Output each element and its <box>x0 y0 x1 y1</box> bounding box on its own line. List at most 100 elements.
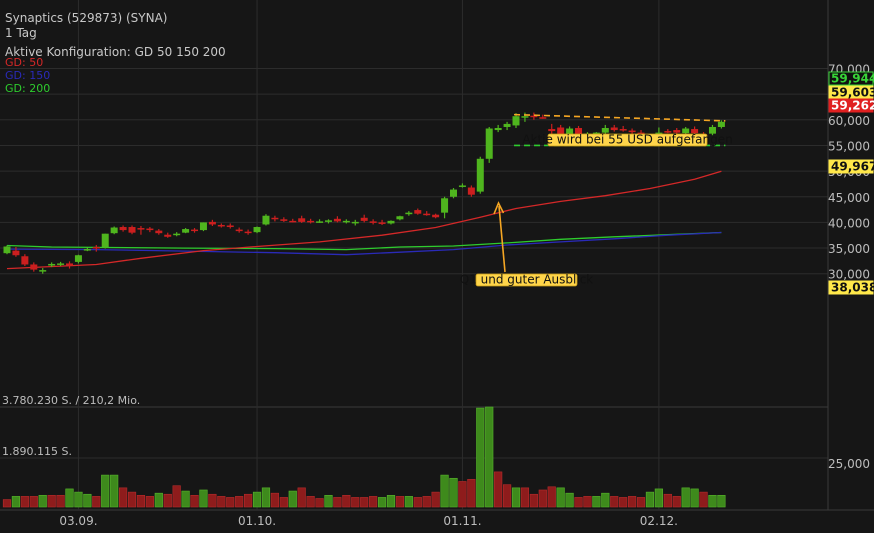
price-badge: 59,944 <box>828 71 874 86</box>
candle <box>450 188 457 199</box>
volume-bar <box>315 498 324 508</box>
candle-body <box>128 227 136 233</box>
volume-bar <box>592 496 601 508</box>
volume-bar <box>11 496 21 508</box>
volume-bar <box>458 481 467 508</box>
volume-bar <box>235 496 244 508</box>
volume-bar <box>610 496 619 508</box>
volume-bar <box>583 496 592 508</box>
volume-bar <box>154 492 163 508</box>
candle-body <box>173 233 181 236</box>
volume-bar <box>708 494 717 508</box>
candle-body <box>262 215 270 225</box>
time-tick-label: 03.09. <box>59 514 97 528</box>
volume-bar <box>226 497 235 508</box>
volume-bar <box>547 486 556 508</box>
volume-bar <box>636 497 646 508</box>
volume-bar <box>494 471 503 508</box>
candle-body <box>396 216 404 220</box>
volume-bar <box>377 497 387 508</box>
candle <box>110 226 118 235</box>
candle-body <box>441 198 449 213</box>
candle-body <box>217 224 225 227</box>
candle-body <box>199 222 207 231</box>
chart-title: Synaptics (529873) (SYNA) <box>5 11 167 25</box>
volume-bar <box>538 489 547 508</box>
annotation-q1: Q1 und guter Ausblick <box>460 273 594 287</box>
price-badge: 38,0380 <box>828 280 874 295</box>
candle-body <box>271 217 279 220</box>
volume-bar <box>74 491 83 508</box>
volume-bar <box>690 488 699 508</box>
volume-bar <box>297 487 306 508</box>
candle <box>3 245 11 255</box>
price-tick-label: 35,000 <box>828 242 870 256</box>
volume-bar <box>342 494 351 508</box>
volume-bar <box>163 493 172 508</box>
volume-bar <box>351 497 360 508</box>
candle-body <box>717 121 725 127</box>
candle-body <box>512 116 520 126</box>
volume-bar <box>422 496 431 508</box>
candle <box>101 233 109 249</box>
candle-body <box>83 249 91 251</box>
volume-bar <box>485 406 494 508</box>
candle-body <box>369 221 377 223</box>
candle <box>199 222 207 232</box>
candle <box>485 126 493 163</box>
volume-bar <box>601 492 610 508</box>
volume-bar <box>565 492 574 508</box>
volume-bar <box>288 490 297 508</box>
price-badge-text: 59,944 <box>831 72 874 86</box>
volume-bar <box>502 484 512 508</box>
volume-bar <box>654 488 663 508</box>
volume-bar <box>2 499 12 508</box>
volume-bar <box>306 496 315 508</box>
candle-body <box>191 229 199 232</box>
volume-bar <box>92 496 101 508</box>
volume-bar <box>681 487 690 508</box>
candle-body <box>182 229 190 233</box>
volume-bar <box>717 494 726 508</box>
volume-bar <box>672 496 681 508</box>
candle-body <box>298 218 306 222</box>
candle-body <box>119 227 127 231</box>
price-badge-text: 59,603 <box>831 86 874 100</box>
candle-body <box>30 264 38 270</box>
volume-bar <box>38 494 47 508</box>
volume-bar <box>29 496 38 508</box>
candle-body <box>423 213 431 216</box>
volume-bar <box>145 496 154 508</box>
candle-body <box>450 189 457 197</box>
candle-body <box>226 225 234 228</box>
volume-bar <box>47 494 56 508</box>
candle-body <box>610 127 618 131</box>
volume-bar <box>118 487 128 508</box>
volume-bar <box>476 407 485 508</box>
candle-body <box>280 219 288 221</box>
candle-body <box>405 212 413 215</box>
volume-bar <box>360 497 369 508</box>
candle-body <box>289 220 297 223</box>
volume-bar <box>520 487 530 508</box>
candle-body <box>3 246 11 254</box>
price-tick-label: 40,000 <box>828 216 870 230</box>
candle-body <box>414 210 422 214</box>
candle-body <box>92 247 100 249</box>
candle-body <box>476 158 484 192</box>
price-badge: 59,603 <box>828 85 874 100</box>
volume-bar <box>261 487 271 508</box>
candle-body <box>342 220 350 223</box>
chart-root: Aktie wird bei 55 USD aufgefangen Q1 und … <box>0 0 874 533</box>
volume-bar <box>404 496 413 508</box>
volume-bar <box>252 491 262 508</box>
candle-body <box>164 234 172 237</box>
volume-bar <box>395 496 405 508</box>
candle-body <box>244 231 252 234</box>
volume-bar <box>663 493 672 508</box>
price-chart[interactable]: Aktie wird bei 55 USD aufgefangen Q1 und … <box>0 0 874 533</box>
candle-body <box>12 250 20 256</box>
candle-body <box>494 128 502 131</box>
candle-body <box>146 228 154 231</box>
volume-bar <box>627 496 637 508</box>
